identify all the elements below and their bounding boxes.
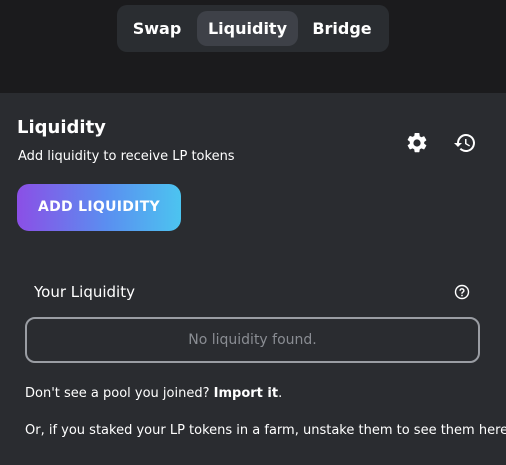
empty-liquidity-box: No liquidity found. [25,317,480,363]
page-title: Liquidity [17,117,106,138]
add-liquidity-button[interactable]: ADD LIQUIDITY [17,184,181,231]
import-link[interactable]: Import it [214,386,278,401]
help-button[interactable] [454,284,470,300]
empty-message: No liquidity found. [188,332,317,348]
page-subtitle: Add liquidity to receive LP tokens [18,149,235,164]
top-bar: Swap Liquidity Bridge [0,0,506,93]
tab-swap[interactable]: Swap [129,11,185,46]
nav-tabs: Swap Liquidity Bridge [117,5,389,52]
your-liquidity-label: Your Liquidity [34,283,135,301]
question-circle-icon [454,284,470,300]
import-suffix: . [278,386,283,401]
unstake-note: Or, if you staked your LP tokens in a fa… [25,423,506,438]
import-prompt: Don't see a pool you joined? Import it. [25,386,282,401]
history-icon [454,134,475,152]
gear-icon [407,132,427,153]
settings-button[interactable] [404,130,430,156]
tab-liquidity[interactable]: Liquidity [197,11,298,46]
import-prefix: Don't see a pool you joined? [25,386,210,401]
history-button[interactable] [452,130,478,156]
tab-bridge[interactable]: Bridge [309,11,375,46]
liquidity-panel: Liquidity Add liquidity to receive LP to… [0,93,506,465]
